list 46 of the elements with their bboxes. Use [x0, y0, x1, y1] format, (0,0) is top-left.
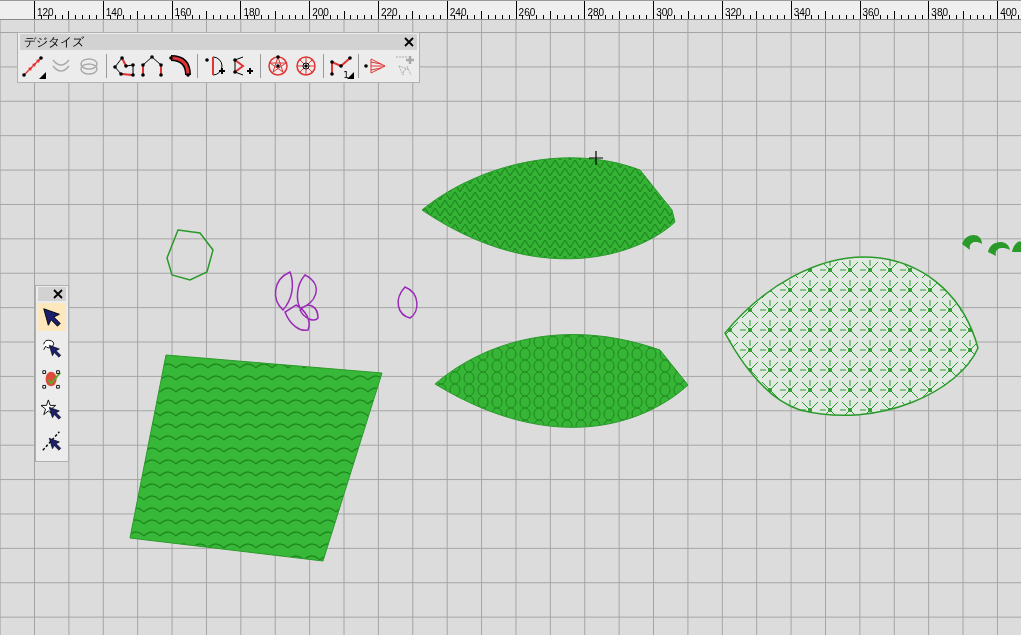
- line-select-icon: [41, 430, 63, 452]
- ruler-label: 360: [861, 7, 880, 18]
- tool-button[interactable]: [265, 53, 291, 79]
- fan-shape-icon: [231, 54, 255, 78]
- outline-shape: [166, 229, 214, 281]
- ruler-label: 400: [999, 7, 1017, 18]
- ruler-label: 240: [448, 7, 467, 18]
- polygon-icon: [112, 54, 136, 78]
- crosshair-cursor-icon: [588, 150, 604, 166]
- outline-shape: [397, 286, 418, 319]
- object-select-icon: [41, 368, 63, 390]
- tool-button[interactable]: [293, 53, 319, 79]
- ruler-label: 200: [311, 7, 329, 18]
- zigzag-line-icon: [329, 54, 353, 78]
- ruler-label: 380: [930, 7, 949, 18]
- tool-button[interactable]: [139, 53, 165, 79]
- curved-band-icon: [168, 54, 192, 78]
- wheel-icon: [294, 54, 318, 78]
- star-select-icon: [41, 399, 63, 421]
- petal-outline-drawing: [274, 271, 319, 332]
- star-circle-icon: [266, 54, 290, 78]
- half-circle-icon: [203, 54, 227, 78]
- curl-embroidery: [962, 235, 1021, 256]
- pointer-arrow-icon: [41, 306, 63, 328]
- lasso-select-icon: [41, 337, 63, 359]
- arrow-chain-icon: [21, 54, 45, 78]
- ruler-label: 160: [173, 7, 192, 18]
- close-icon[interactable]: [53, 289, 63, 299]
- tool-number: 1: [343, 70, 349, 80]
- ruler-label: 260: [517, 7, 536, 18]
- tool-button[interactable]: [20, 53, 46, 79]
- tool-button[interactable]: [167, 53, 193, 79]
- ruler-label: 120: [36, 7, 54, 18]
- ruler-label: 300: [655, 7, 673, 18]
- ruler-label: 340: [792, 7, 811, 18]
- close-icon[interactable]: [404, 37, 414, 47]
- ruler-label: 280: [586, 7, 605, 18]
- toolbar-title: デジタイズ: [24, 34, 84, 50]
- tool-button[interactable]: [111, 53, 137, 79]
- ruler-label: 180: [242, 7, 261, 18]
- tool-button[interactable]: [202, 53, 228, 79]
- ruler-label: 140: [104, 7, 123, 18]
- ruler-label: 320: [723, 7, 742, 18]
- arch-icon: [140, 54, 164, 78]
- ruler-label: 220: [380, 7, 398, 18]
- select-tool-button[interactable]: [38, 303, 66, 331]
